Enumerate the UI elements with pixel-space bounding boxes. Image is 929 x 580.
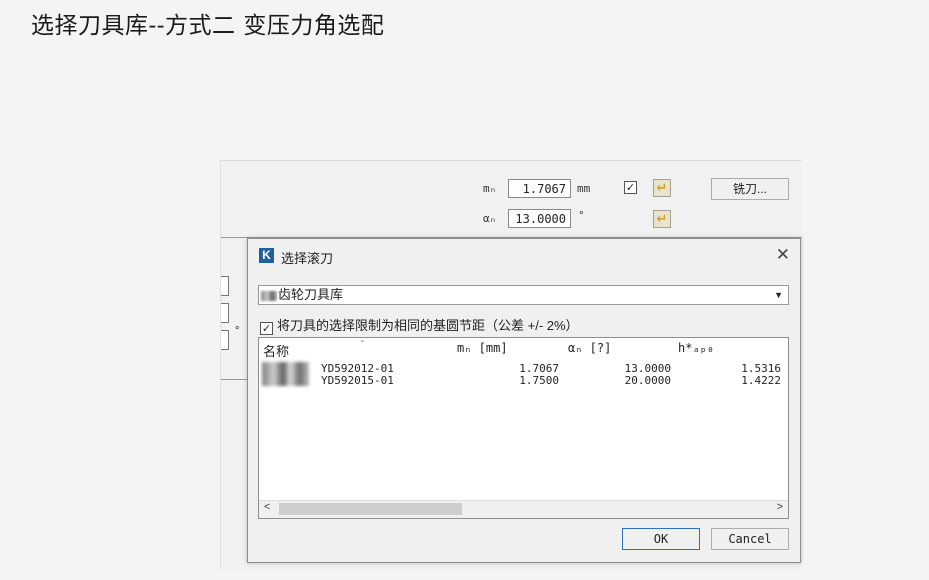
ok-button[interactable]: OK	[622, 528, 700, 550]
tool-angle: 20.0000	[624, 374, 671, 387]
software-screenshot: mₙ 1.7067 mm ✓ ↵ 铣刀... αₙ 13.0000 ° ↵ ° …	[220, 160, 802, 570]
tool-library-value: 齿轮刀具库	[278, 287, 344, 302]
divider	[221, 379, 248, 380]
partial-field[interactable]	[221, 330, 229, 350]
restrict-label: 将刀具的选择限制为相同的基圆节距（公差 +/- 2%）	[277, 318, 579, 333]
apply-arrow-icon[interactable]: ↵	[653, 179, 671, 197]
tool-library-select[interactable]: 齿轮刀具库 ▼	[258, 285, 789, 305]
tool-thumbnail	[262, 362, 309, 386]
horizontal-scrollbar[interactable]: < >	[259, 500, 788, 518]
angle-field[interactable]: 13.0000	[508, 209, 571, 228]
cancel-button[interactable]: Cancel	[711, 528, 789, 550]
apply-arrow-icon[interactable]: ↵	[653, 210, 671, 228]
module-label: mₙ	[483, 182, 497, 195]
divider	[221, 160, 802, 161]
scroll-left-icon[interactable]: <	[264, 501, 270, 513]
close-icon[interactable]: ✕	[776, 245, 790, 265]
scroll-thumb[interactable]	[279, 503, 462, 515]
restrict-option[interactable]: ✓ 将刀具的选择限制为相同的基圆节距（公差 +/- 2%）	[260, 315, 579, 335]
restrict-checkbox[interactable]: ✓	[260, 322, 273, 335]
angle-unit: °	[578, 209, 585, 222]
scroll-right-icon[interactable]: >	[777, 501, 783, 513]
partial-field[interactable]	[221, 303, 229, 323]
module-field[interactable]: 1.7067	[508, 179, 571, 198]
tool-module: 1.7500	[519, 374, 559, 387]
tool-table: ⌄ 名称 mₙ [mm] αₙ [?] h*ₐₚ₀ YD592012-01 1.…	[258, 335, 789, 519]
tool-name: YD592015-01	[321, 374, 394, 387]
milling-tool-button[interactable]: 铣刀...	[711, 178, 789, 200]
module-unit: mm	[577, 182, 591, 195]
degree-symbol: °	[235, 325, 240, 337]
column-header-module[interactable]: mₙ [mm]	[457, 341, 508, 355]
column-header-name[interactable]: 名称	[263, 341, 289, 360]
partial-field[interactable]	[221, 276, 229, 296]
select-hob-dialog: K 选择滚刀 ✕ 齿轮刀具库 ▼ ✓ 将刀具的选择限制为相同的基圆节距（公差 +/…	[247, 238, 801, 563]
chevron-down-icon[interactable]: ▼	[774, 286, 783, 304]
column-header-angle[interactable]: αₙ [?]	[568, 341, 611, 355]
column-header-addendum[interactable]: h*ₐₚ₀	[678, 341, 714, 355]
redacted-text	[261, 290, 277, 301]
slide-title: 选择刀具库--方式二 变压力角选配	[31, 13, 385, 39]
module-checkbox[interactable]: ✓	[624, 181, 637, 194]
dialog-title: 选择滚刀	[281, 251, 334, 266]
sort-icon[interactable]: ⌄	[359, 335, 366, 344]
tool-addendum: 1.4222	[741, 374, 781, 387]
app-logo-icon: K	[259, 248, 274, 263]
dialog-titlebar[interactable]: K 选择滚刀 ✕	[248, 239, 800, 273]
angle-label: αₙ	[483, 212, 497, 225]
